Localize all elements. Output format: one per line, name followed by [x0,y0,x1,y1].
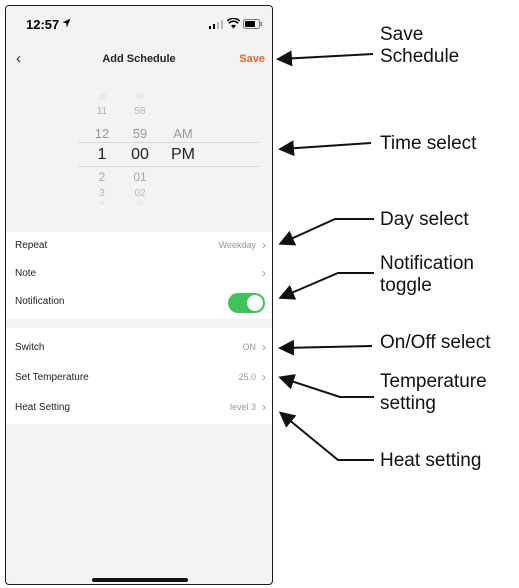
callout-heat-setting: Heat setting [380,450,482,471]
callout-time-select: Time select [380,133,477,154]
callout-onoff-select: On/Off select [380,332,491,353]
save-schedule-arrow [276,50,374,67]
callout-temperature-line2: setting [380,393,436,414]
callout-temperature-line1: Temperature [380,371,487,392]
callout-notification-line2: toggle [380,275,432,296]
time-select-arrow [278,140,372,157]
callout-save-line1: Save [380,24,424,45]
day-select-arrow [278,218,374,246]
callout-temperature-setting: Temperature setting [380,371,487,415]
callout-save-line2: Schedule [380,46,460,67]
onoff-select-arrow [278,339,373,356]
callout-notification-toggle: Notification toggle [380,253,474,297]
notification-toggle-arrow [278,272,374,300]
heat-setting-arrow [278,411,374,461]
temperature-setting-arrow [278,374,374,398]
callout-day-select: Day select [380,209,469,230]
callout-save-schedule: Save Schedule [380,24,459,68]
callout-notification-line1: Notification [380,253,474,274]
